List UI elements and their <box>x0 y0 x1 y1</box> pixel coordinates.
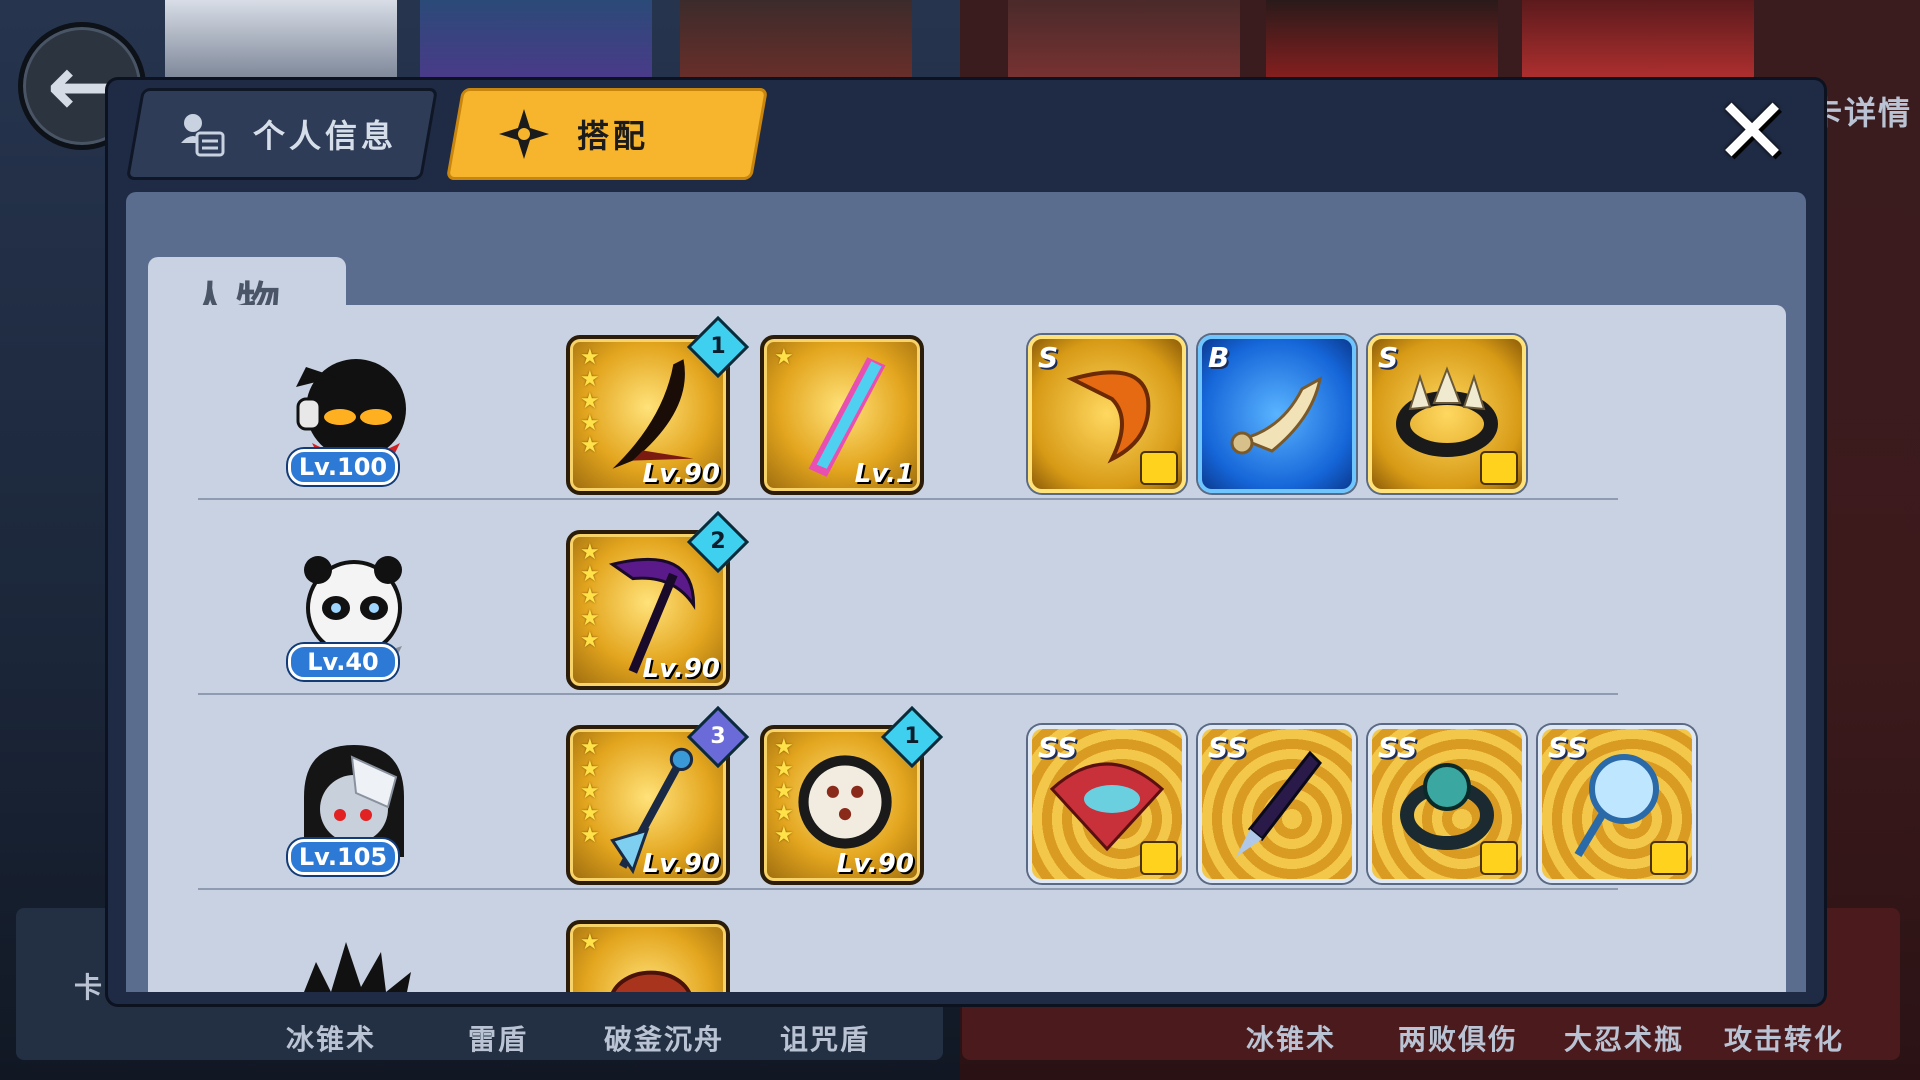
weapon-level: Lv.1 <box>854 459 914 489</box>
lineup-dialog: 个人信息 搭配 ✕ 人物 Lv.100 ★ ★ ★ ★ ★ Lv.90 1 ★ … <box>108 80 1824 1004</box>
character-list[interactable]: Lv.100 ★ ★ ★ ★ ★ Lv.90 1 ★ Lv.1 S B S Lv… <box>148 305 1786 992</box>
tab-profile-label: 个人信息 <box>253 117 398 155</box>
skill-label: 大忍术瓶 <box>1564 1023 1685 1056</box>
equipment-slot[interactable]: SS <box>1538 725 1696 883</box>
weapon-level: Lv.90 <box>642 459 720 489</box>
equipment-slot[interactable]: SS <box>1368 725 1526 883</box>
level-badge: Lv.100 <box>288 449 398 485</box>
scroll-icon <box>1230 376 1323 455</box>
equipment-slot[interactable]: S <box>1368 335 1526 493</box>
shirt-icon <box>1650 841 1688 875</box>
level-badge: Lv.105 <box>288 839 398 875</box>
card-thumbnail[interactable] <box>1008 0 1240 82</box>
shuriken-icon <box>499 109 549 159</box>
weapon-slot[interactable]: ★ Lv.1 <box>760 335 924 495</box>
level-badge: Lv.40 <box>288 644 398 680</box>
close-button[interactable]: ✕ <box>1710 86 1794 178</box>
skill-label: 雷盾 <box>468 1023 529 1056</box>
card-thumbnail[interactable] <box>1522 0 1754 82</box>
weapon-slot[interactable]: ★ <box>566 920 730 992</box>
content-area: 人物 Lv.100 ★ ★ ★ ★ ★ Lv.90 1 ★ Lv.1 S B S… <box>126 192 1806 992</box>
kunai-icon <box>1236 750 1322 857</box>
card-detail-label[interactable]: 卡详情 <box>1810 88 1912 134</box>
skill-label: 诅咒盾 <box>780 1023 871 1056</box>
character-row: ★ <box>148 890 1786 992</box>
card-label: 卡 <box>74 971 105 1004</box>
shirt-icon <box>1480 841 1518 875</box>
weapon-slot[interactable]: ★ ★ ★ ★ ★ Lv.90 1 <box>566 315 750 495</box>
shirt-icon <box>1140 841 1178 875</box>
weapon-slot[interactable]: ★ ★ ★ ★ ★ Lv.90 2 <box>566 510 750 690</box>
character-row: Lv.100 ★ ★ ★ ★ ★ Lv.90 1 ★ Lv.1 S B S <box>148 305 1786 500</box>
equipment-slot[interactable]: B <box>1198 335 1356 493</box>
card-thumbnail[interactable] <box>420 0 652 82</box>
shirt-icon <box>1480 451 1518 485</box>
card-thumbnail[interactable] <box>680 0 912 82</box>
weapon-level: Lv.90 <box>836 849 914 879</box>
profile-card-icon <box>181 114 225 157</box>
skill-label: 两败俱伤 <box>1398 1023 1519 1056</box>
skill-label: 冰锥术 <box>1246 1023 1337 1056</box>
equipment-slot[interactable]: SS <box>1198 725 1356 883</box>
weapon-slot[interactable]: ★ ★ ★ ★ ★ Lv.90 1 <box>760 705 944 885</box>
skill-label: 破釜沉舟 <box>604 1023 725 1056</box>
tab-lineup[interactable]: 搭配 <box>445 88 769 180</box>
tab-profile[interactable]: 个人信息 <box>125 88 439 180</box>
card-thumbnail[interactable] <box>165 0 397 82</box>
character-row: Lv.105 ★ ★ ★ ★ ★ Lv.90 3 ★ ★ ★ ★ ★ Lv.90… <box>148 695 1786 890</box>
spiky-hair-ninja-icon[interactable] <box>276 932 426 992</box>
shirt-icon <box>1140 451 1178 485</box>
card-thumbnail[interactable] <box>1266 0 1498 82</box>
arrow-left-icon: ← <box>46 37 118 135</box>
skill-label: 攻击转化 <box>1724 1023 1845 1056</box>
equipment-slot[interactable]: SS <box>1028 725 1186 883</box>
weapon-slot[interactable]: ★ ★ ★ ★ ★ Lv.90 3 <box>566 705 750 885</box>
weapon-level: Lv.90 <box>642 849 720 879</box>
meat-club-icon <box>611 970 692 992</box>
close-icon: ✕ <box>1713 78 1791 185</box>
skill-label: 冰锥术 <box>286 1023 377 1056</box>
tab-lineup-label: 搭配 <box>577 117 650 155</box>
character-row: Lv.40 ★ ★ ★ ★ ★ Lv.90 2 <box>148 500 1786 695</box>
equipment-slot[interactable]: S <box>1028 335 1186 493</box>
weapon-level: Lv.90 <box>642 654 720 684</box>
